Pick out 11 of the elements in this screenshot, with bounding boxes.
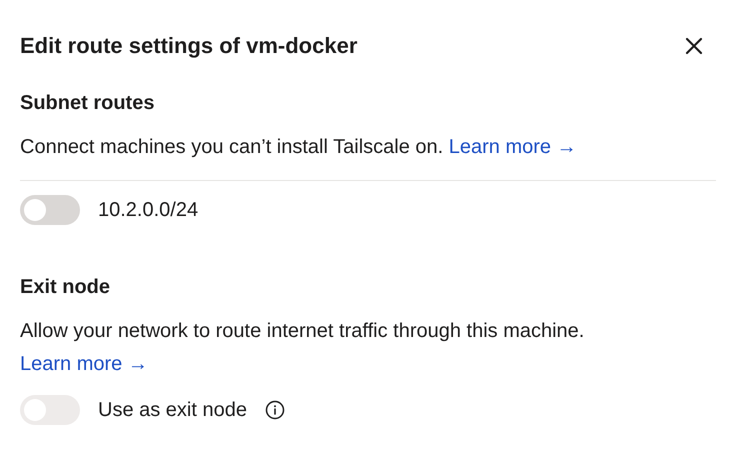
learn-more-link[interactable]: Learn more →: [20, 353, 148, 375]
toggle-label: 10.2.0.0/24: [98, 198, 198, 222]
section-description: Connect machines you can’t install Tailscale on. Learn more →: [20, 135, 578, 160]
close-icon: [684, 36, 704, 56]
section-heading: Exit node: [20, 276, 112, 299]
learn-more-link[interactable]: Learn more →: [448, 136, 577, 158]
toggle-label: Use as exit node: [98, 398, 247, 422]
toggle-switch[interactable]: [20, 195, 80, 225]
dialog-title: Edit route settings of vm-docker: [20, 33, 358, 59]
section-heading: Subnet routes: [20, 92, 156, 115]
section-description: Allow your network to route internet traffic through this machine. Learn more →: [20, 319, 586, 377]
